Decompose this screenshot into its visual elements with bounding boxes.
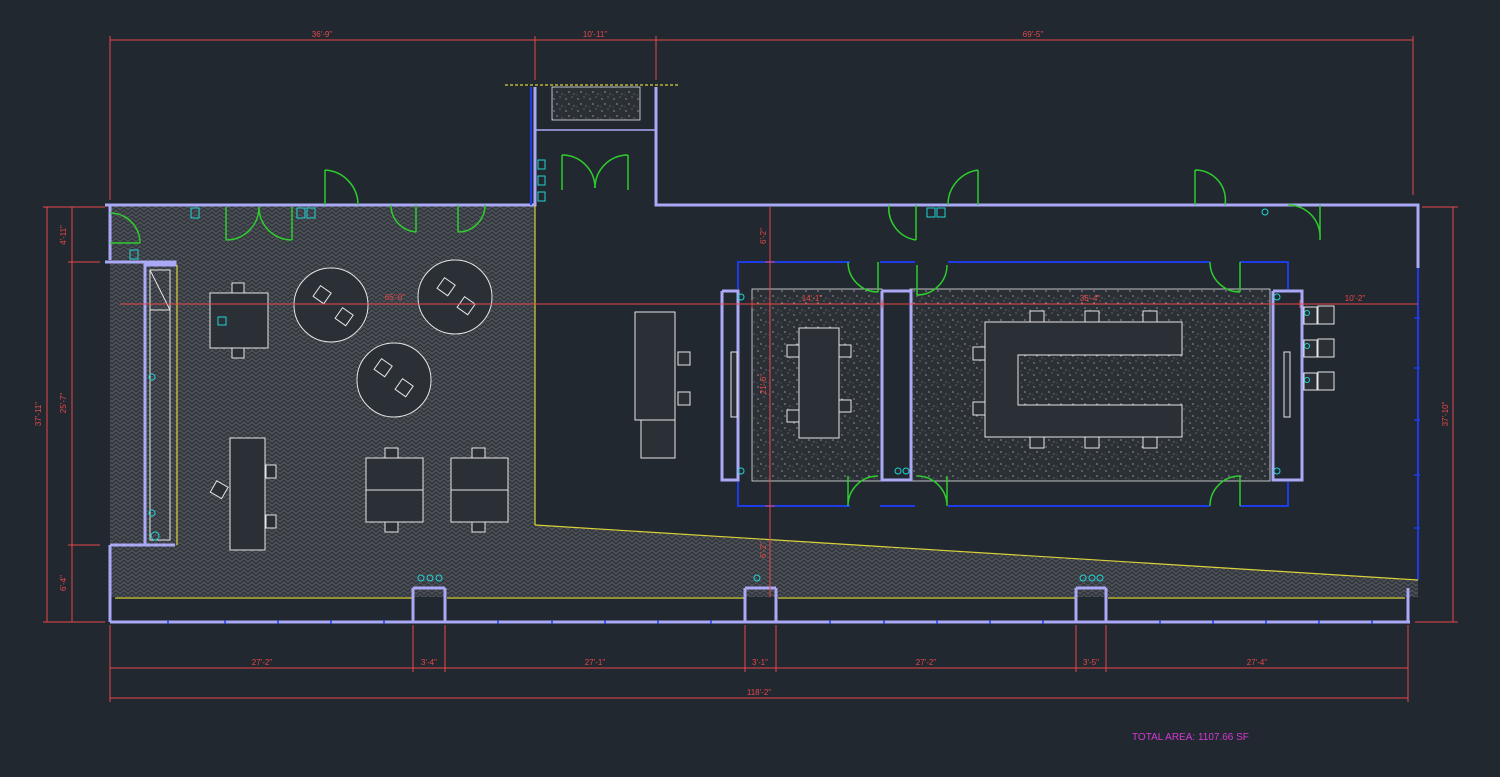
dim-bottom-5: 27'-2" [916, 658, 937, 667]
lounge-chair [1317, 338, 1335, 358]
round-table-1 [293, 267, 369, 343]
chair [1029, 436, 1045, 449]
chair [838, 344, 852, 358]
chair [972, 401, 986, 416]
glass-north-small [737, 261, 850, 289]
chair [786, 409, 800, 423]
desk-long [229, 437, 266, 551]
tv-panel-large [1283, 351, 1291, 418]
dim-vertical-a: 6'-2" [759, 228, 768, 244]
door-north-5 [947, 169, 979, 206]
door-north-6 [1194, 169, 1227, 206]
door-entry-left [561, 154, 596, 190]
chair [471, 521, 486, 533]
chair [1084, 436, 1100, 449]
north-wall-west [105, 87, 537, 207]
entry-vestibule-floor [551, 86, 641, 121]
dim-bottom-1: 27'-2" [252, 658, 273, 667]
chair [1142, 310, 1158, 323]
outlet-icon [902, 467, 910, 475]
outlet-icon [1261, 208, 1269, 216]
chair [231, 282, 245, 294]
round-table-2 [417, 259, 493, 335]
dim-bottom-4: 3'-1" [752, 658, 768, 667]
reception-desk-return [640, 419, 676, 459]
chair [1084, 310, 1100, 323]
total-area-label: TOTAL AREA: 1107.66 SF [1132, 732, 1249, 743]
outlet-icon [1273, 467, 1281, 475]
glass-south-east [1240, 482, 1289, 507]
chair [677, 391, 691, 406]
outlet-icon [894, 467, 902, 475]
dim-left-mid: 25'-7" [59, 393, 68, 414]
chair [1029, 310, 1045, 323]
chair [838, 399, 852, 413]
chair [677, 351, 691, 366]
chair [265, 464, 277, 479]
door-north-4 [888, 204, 917, 241]
chair [972, 346, 986, 361]
tv-panel-small [730, 351, 738, 418]
chair [1142, 436, 1158, 449]
dim-right-total: 37'-10" [1441, 401, 1450, 426]
lounge-seat [1303, 372, 1318, 391]
chair [471, 447, 486, 459]
dim-bottom-total: 118'-2" [747, 688, 771, 697]
outlet-icon [537, 191, 546, 202]
dim-top-mid: 10'-11" [583, 30, 607, 39]
dim-vertical-c: 6'-2" [759, 542, 768, 558]
outlet-icon [936, 207, 946, 218]
small-marker [217, 316, 227, 326]
dim-bottom-2: 3'-4" [421, 658, 437, 667]
outlet-icon [1273, 293, 1281, 301]
conference-table-small [798, 327, 840, 439]
chair [384, 447, 399, 459]
dim-bottom-3: 27'-1" [585, 658, 606, 667]
floor-plan: 36'-9" 10'-11" 69'-5" 4'-11" 25'-7" 6'-4… [34, 30, 1458, 743]
outlet-icon [537, 175, 546, 186]
door-conf-small-north [847, 261, 879, 293]
door-north-7 [1287, 204, 1321, 241]
chair [231, 347, 245, 359]
dim-vertical-b: 21'-6" [759, 374, 768, 395]
chair [786, 344, 800, 358]
dim-top-left: 36'-9" [312, 30, 333, 39]
round-table-3 [356, 342, 432, 418]
lounge-chair [1317, 371, 1335, 391]
dim-top-right: 69'-5" [1023, 30, 1044, 39]
reception-desk [634, 311, 676, 421]
dim-left-total: 37'-11" [34, 402, 43, 426]
chair [384, 521, 399, 533]
door-north-1 [324, 169, 359, 206]
glass-north-east [1240, 261, 1289, 289]
dim-bottom-6: 3'-5" [1083, 658, 1099, 667]
dim-inner-mid: 36'-4" [1080, 294, 1101, 303]
dim-inner-right: 10'-2" [1345, 294, 1366, 303]
floor-hatch [110, 86, 1418, 597]
dim-left-top: 4'-11" [59, 225, 68, 245]
lounge-chair [1317, 305, 1335, 325]
outlet-icon [926, 207, 936, 218]
dim-inner-left: 14'-1" [802, 294, 823, 303]
dim-inner-span: 65'-0" [385, 293, 406, 302]
dim-bottom-7: 27'-4" [1247, 658, 1268, 667]
door-entry-right [594, 154, 629, 190]
outlet-icon [537, 159, 546, 170]
conference-room-divider [880, 289, 913, 482]
door-conf-large-north-b [1209, 261, 1241, 293]
chair [265, 514, 277, 529]
dim-left-bottom: 6'-4" [59, 575, 68, 591]
glass-south-small [737, 482, 850, 507]
